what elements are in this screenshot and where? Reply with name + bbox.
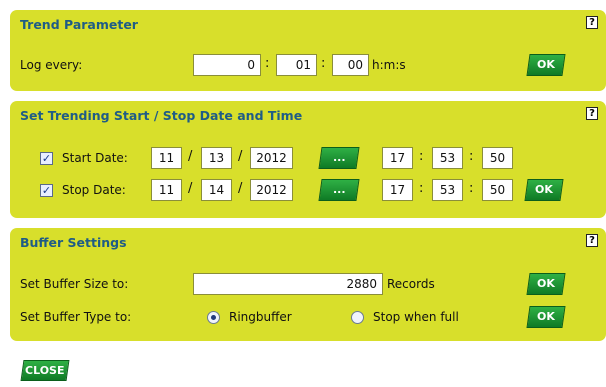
schedule-ok-button[interactable]: OK xyxy=(524,179,564,201)
stop-date-row: ✓ Stop Date: 11 / 14 / 2012 ... 17 : 53 … xyxy=(20,179,596,203)
buffer-type-label: Set Buffer Type to: xyxy=(20,310,132,324)
ok-label: OK xyxy=(535,183,553,196)
time-separator: : xyxy=(321,56,326,71)
picker-label: ... xyxy=(332,151,346,164)
log-interval-row: Log every: 0 : 01 : 00 h:m:s OK xyxy=(20,54,596,78)
buffer-settings-panel: Buffer Settings ? Set Buffer Size to: 28… xyxy=(10,228,606,341)
ringbuffer-radio[interactable] xyxy=(207,311,220,324)
start-month-input[interactable]: 11 xyxy=(151,147,182,169)
buffer-size-label: Set Buffer Size to: xyxy=(20,277,129,291)
picker-label: ... xyxy=(332,183,346,196)
start-date-checkbox[interactable]: ✓ xyxy=(40,152,53,165)
time-separator: : xyxy=(469,149,474,164)
log-every-label: Log every: xyxy=(20,58,83,72)
trend-ok-button[interactable]: OK xyxy=(526,54,566,76)
date-separator: / xyxy=(238,181,243,196)
help-icon[interactable]: ? xyxy=(586,16,598,29)
trending-schedule-panel: Set Trending Start / Stop Date and Time … xyxy=(10,101,606,218)
stop-hour-input[interactable]: 17 xyxy=(382,179,413,201)
time-separator: : xyxy=(419,181,424,196)
ok-label: OK xyxy=(537,277,555,290)
buffer-size-row: Set Buffer Size to: 2880 Records OK xyxy=(20,273,596,297)
trend-parameter-panel: Trend Parameter ? Log every: 0 : 01 : 00… xyxy=(10,10,606,91)
ok-label: OK xyxy=(537,58,555,71)
trending-schedule-title: Set Trending Start / Stop Date and Time xyxy=(20,108,303,123)
date-separator: / xyxy=(188,149,193,164)
start-hour-input[interactable]: 17 xyxy=(382,147,413,169)
date-separator: / xyxy=(238,149,243,164)
stop-when-full-radio[interactable] xyxy=(351,311,364,324)
log-seconds-input[interactable]: 00 xyxy=(332,54,369,76)
ringbuffer-label[interactable]: Ringbuffer xyxy=(229,310,292,324)
time-separator: : xyxy=(469,181,474,196)
start-date-row: ✓ Start Date: 11 / 13 / 2012 ... 17 : 53… xyxy=(20,147,596,171)
stop-month-input[interactable]: 11 xyxy=(151,179,182,201)
stop-year-input[interactable]: 2012 xyxy=(250,179,293,201)
start-year-input[interactable]: 2012 xyxy=(250,147,293,169)
time-separator: : xyxy=(419,149,424,164)
stop-date-picker-button[interactable]: ... xyxy=(318,179,360,201)
time-unit-label: h:m:s xyxy=(372,58,406,72)
time-separator: : xyxy=(265,56,270,71)
start-second-input[interactable]: 50 xyxy=(482,147,513,169)
buffer-settings-title: Buffer Settings xyxy=(20,235,127,250)
stop-minute-input[interactable]: 53 xyxy=(432,179,463,201)
help-icon[interactable]: ? xyxy=(586,234,598,247)
buffer-type-row: Set Buffer Type to: Ringbuffer Stop when… xyxy=(20,306,596,330)
buffer-type-ok-button[interactable]: OK xyxy=(526,306,566,328)
start-date-label: Start Date: xyxy=(62,151,128,165)
start-date-picker-button[interactable]: ... xyxy=(318,147,360,169)
stop-day-input[interactable]: 14 xyxy=(201,179,232,201)
start-minute-input[interactable]: 53 xyxy=(432,147,463,169)
date-separator: / xyxy=(188,181,193,196)
log-minutes-input[interactable]: 01 xyxy=(276,54,317,76)
close-label: CLOSE xyxy=(25,364,65,377)
log-hours-input[interactable]: 0 xyxy=(193,54,261,76)
stop-date-label: Stop Date: xyxy=(62,183,126,197)
stop-date-checkbox[interactable]: ✓ xyxy=(40,184,53,197)
buffer-size-ok-button[interactable]: OK xyxy=(526,273,566,295)
ok-label: OK xyxy=(537,310,555,323)
buffer-size-unit: Records xyxy=(387,277,435,291)
stop-when-full-label[interactable]: Stop when full xyxy=(373,310,459,324)
trend-parameter-title: Trend Parameter xyxy=(20,17,138,32)
stop-second-input[interactable]: 50 xyxy=(482,179,513,201)
close-button[interactable]: CLOSE xyxy=(20,360,70,381)
buffer-size-input[interactable]: 2880 xyxy=(193,273,383,295)
help-icon[interactable]: ? xyxy=(586,107,598,120)
start-day-input[interactable]: 13 xyxy=(201,147,232,169)
